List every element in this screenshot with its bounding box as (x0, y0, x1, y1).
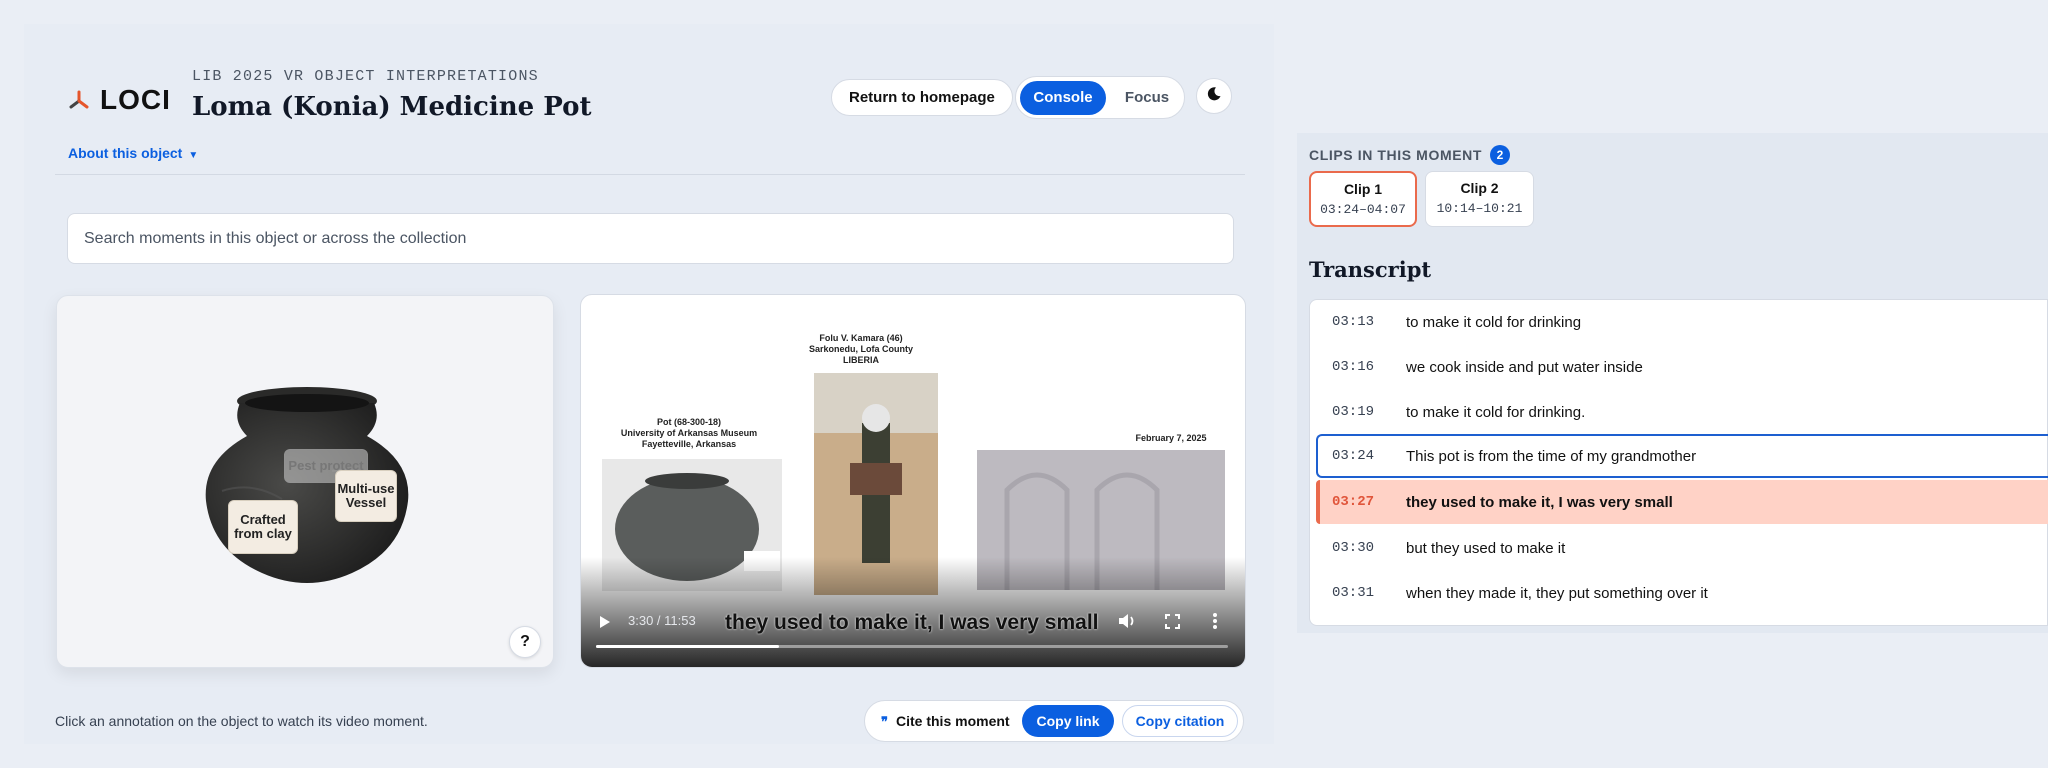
clips-count-badge: 2 (1490, 145, 1510, 165)
transcript-text: to make it cold for drinking. (1406, 403, 1586, 421)
return-to-homepage-button[interactable]: Return to homepage (831, 79, 1013, 116)
mode-toggle: Console Focus (1015, 76, 1185, 119)
clips-header-label: CLIPS IN THIS MOMENT (1309, 147, 1482, 163)
transcript-row-playing[interactable]: 03:27 they used to make it, I was very s… (1316, 480, 2048, 524)
clip-range: 10:14–10:21 (1436, 201, 1523, 216)
logo[interactable]: LOCI (68, 84, 171, 116)
play-icon[interactable] (599, 615, 611, 634)
copy-link-button[interactable]: Copy link (1022, 705, 1114, 737)
transcript-timestamp: 03:13 (1332, 314, 1375, 330)
cite-label-text: Cite this moment (896, 713, 1010, 729)
copy-citation-button[interactable]: Copy citation (1122, 705, 1238, 737)
transcript-row[interactable]: 03:13 to make it cold for drinking (1310, 300, 2048, 344)
moment-panel: CLIPS IN THIS MOMENT 2 Clip 1 03:24–04:0… (1297, 133, 2048, 633)
search-input[interactable] (67, 213, 1234, 264)
cite-bar: ❞ Cite this moment Copy link Copy citatio… (864, 700, 1244, 742)
clip-range: 03:24–04:07 (1320, 202, 1406, 217)
transcript-row[interactable]: 03:19 to make it cold for drinking. (1310, 390, 2048, 434)
moon-icon (1206, 86, 1222, 107)
transcript-text: but they used to make it (1406, 539, 1566, 557)
more-options-icon[interactable] (1212, 612, 1218, 635)
transcript-text: when they made it, they put something ov… (1406, 584, 1708, 602)
caret-down-icon: ▼ (188, 150, 199, 161)
quote-icon: ❞ (881, 714, 888, 729)
transcript-timestamp: 03:30 (1332, 540, 1375, 556)
divider (55, 174, 1245, 175)
loci-logo-icon (68, 89, 90, 111)
transcript-row[interactable]: 03:31 when they made it, they put someth… (1310, 571, 2048, 615)
volume-icon[interactable] (1118, 613, 1136, 634)
slide-center-caption: Folu V. Kamara (46) Sarkonedu, Lofa Coun… (808, 333, 913, 365)
video-progress-fill (596, 645, 780, 648)
transcript-text: to make it cold for drinking (1406, 313, 1582, 331)
clip-name: Clip 1 (1343, 181, 1383, 197)
annotation-crafted-from-clay[interactable]: Crafted from clay (228, 500, 298, 554)
fullscreen-icon[interactable] (1165, 614, 1180, 634)
annotation-hint: Click an annotation on the object to wat… (55, 713, 428, 729)
video-progress-bar[interactable] (596, 645, 1228, 648)
video-player[interactable]: Pot (68-300-18) University of Arkansas M… (580, 294, 1246, 668)
transcript-timestamp: 03:31 (1332, 585, 1375, 601)
clips-header: CLIPS IN THIS MOMENT 2 (1309, 145, 1510, 165)
transcript-row-clip-start[interactable]: 03:24 This pot is from the time of my gr… (1316, 434, 2048, 478)
collection-eyebrow: LIB 2025 VR OBJECT INTERPRETATIONS (192, 68, 539, 85)
transcript-timestamp: 03:16 (1332, 359, 1375, 375)
transcript-title: Transcript (1309, 257, 1432, 282)
theme-toggle-button[interactable] (1196, 78, 1232, 114)
transcript-row[interactable]: 03:30 but they used to make it (1310, 526, 2048, 570)
transcript-timestamp: 03:27 (1332, 494, 1375, 510)
clip-name: Clip 2 (1460, 180, 1499, 196)
annotation-multi-use-vessel[interactable]: Multi-use Vessel (335, 470, 397, 522)
transcript-text: This pot is from the time of my grandmot… (1406, 447, 1697, 465)
transcript-timestamp: 03:24 (1332, 448, 1375, 464)
logo-text: LOCI (100, 84, 171, 115)
focus-mode-button[interactable]: Focus (1116, 81, 1178, 115)
transcript-text: they used to make it, I was very small (1406, 493, 1673, 511)
slide-right-caption: February 7, 2025 (1135, 433, 1207, 443)
transcript-timestamp: 03:19 (1332, 404, 1375, 420)
transcript-row[interactable]: 03:16 we cook inside and put water insid… (1310, 345, 2048, 389)
object-viewer[interactable]: Pest protect Multi-use Vessel Crafted fr… (56, 295, 554, 668)
video-caption: they used to make it, I was very small (725, 611, 1099, 634)
transcript-list: 03:13 to make it cold for drinking 03:16… (1309, 299, 2048, 626)
video-time: 3:30 / 11:53 (628, 613, 696, 628)
slide-left-caption: Pot (68-300-18) University of Arkansas M… (620, 417, 758, 449)
console-mode-button[interactable]: Console (1020, 81, 1106, 115)
clip-1-button[interactable]: Clip 1 03:24–04:07 (1309, 171, 1417, 227)
about-object-toggle[interactable]: About this object ▼ (68, 145, 198, 161)
help-button[interactable]: ? (509, 626, 541, 658)
transcript-text: we cook inside and put water inside (1406, 358, 1643, 376)
about-object-label: About this object (68, 145, 183, 161)
page-title: Loma (Konia) Medicine Pot (192, 92, 592, 122)
cite-label: ❞ Cite this moment (881, 701, 1010, 742)
clip-2-button[interactable]: Clip 2 10:14–10:21 (1425, 171, 1534, 227)
